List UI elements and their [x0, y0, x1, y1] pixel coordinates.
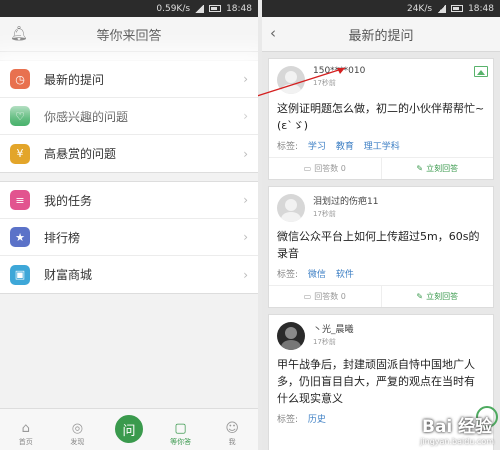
answer-now-label: 立刻回答	[426, 292, 459, 301]
post-time: 17秒前	[313, 210, 336, 218]
tab-discover[interactable]: ◎ 发现	[55, 421, 99, 447]
tag-list: 标签: 微信 软件	[269, 264, 493, 285]
tab-home[interactable]: ⌂ 首页	[4, 421, 48, 447]
tags-label: 标签:	[277, 142, 299, 152]
menu-item-label: 你感兴趣的问题	[44, 109, 129, 124]
menu-item-interested-questions[interactable]: ♡ 你感兴趣的问题 ›	[0, 98, 258, 135]
comment-icon: ▭	[303, 292, 312, 301]
tab-label: 首页	[18, 438, 33, 446]
answer-count-text: 回答数 0	[314, 292, 346, 301]
menu-group-questions: ◷ 最新的提问 › ♡ 你感兴趣的问题 › ¥ 高悬赏的问题 ›	[0, 60, 258, 173]
page-title: 等你来回答	[96, 28, 162, 44]
card-footer: ▭ 回答数 0 ✎ 立刻回答	[269, 285, 493, 307]
menu-item-label: 我的任务	[44, 193, 93, 208]
watermark-url: jingyan.baidu.com	[420, 437, 494, 446]
menu-item-high-reward[interactable]: ¥ 高悬赏的问题 ›	[0, 135, 258, 172]
coin-icon: ¥	[10, 143, 30, 164]
question-card[interactable]: 泪划过的伤疤11 17秒前 微信公众平台上如何上传超过5m，60s的录音 标签:…	[268, 186, 494, 308]
menu-item-latest-questions[interactable]: ◷ 最新的提问 ›	[0, 61, 258, 98]
bottom-tab-bar: ⌂ 首页 ◎ 发现 问 ▢ 等你答 ☺ 我	[0, 408, 258, 450]
chevron-right-icon: ›	[243, 72, 248, 86]
tab-me[interactable]: ☺ 我	[210, 421, 254, 447]
watermark: Bai 经验 jingyan.baidu.com	[420, 412, 494, 446]
header: 🔔︎ 等你来回答	[0, 17, 258, 52]
clock-icon: ◷	[10, 69, 30, 89]
battery-icon	[209, 5, 222, 12]
menu-item-wealth-mall[interactable]: ▣ 财富商城 ›	[0, 256, 258, 293]
bell-icon[interactable]: 🔔︎	[10, 26, 28, 42]
page-title: 最新的提问	[348, 28, 414, 44]
signal-icon	[437, 4, 447, 13]
ask-button[interactable]: 问	[112, 413, 145, 445]
tab-waiting-answer[interactable]: ▢ 等你答	[159, 421, 203, 447]
answer-count: ▭ 回答数 0	[269, 286, 381, 307]
answer-now-button[interactable]: ✎ 立刻回答	[380, 286, 494, 307]
answer-now-button[interactable]: ✎ 立刻回答	[380, 158, 494, 179]
home-icon: ⌂	[21, 421, 30, 436]
menu-item-label: 高悬赏的问题	[44, 147, 117, 161]
heart-icon: ♡	[10, 106, 30, 126]
question-text[interactable]: 微信公众平台上如何上传超过5m，60s的录音	[269, 222, 493, 264]
menu-item-label: 排行榜	[44, 230, 81, 245]
tags-label: 标签:	[277, 270, 299, 280]
back-chevron-icon[interactable]: ‹	[270, 24, 276, 42]
answer-count-text: 回答数 0	[314, 164, 346, 173]
menu-item-label: 财富商城	[44, 268, 93, 282]
net-speed: 24K/s	[406, 3, 433, 14]
chevron-right-icon: ›	[243, 146, 248, 161]
tag[interactable]: 理工学科	[364, 142, 400, 152]
chevron-right-icon: ›	[243, 109, 248, 123]
tag[interactable]: 学习	[308, 142, 326, 152]
comment-icon: ▭	[303, 164, 312, 173]
tag-list: 标签: 学习 教育 理工学科	[269, 136, 493, 157]
compass-icon: ◎	[71, 421, 84, 436]
net-speed: 0.59K/s	[156, 3, 191, 14]
answer-now-label: 立刻回答	[426, 164, 459, 173]
question-text[interactable]: 这例证明题怎么做，初二的小伙伴帮帮忙~(ε`ゞ)	[269, 94, 493, 136]
user-icon: ☺	[225, 421, 239, 436]
menu-item-label: 最新的提问	[44, 72, 105, 87]
tab-label: 我	[228, 438, 236, 446]
tags-label: 标签:	[277, 415, 299, 425]
post-time: 17秒前	[313, 338, 336, 346]
battery-icon	[451, 5, 464, 12]
chevron-right-icon: ›	[243, 230, 248, 244]
task-icon: ≡	[10, 190, 30, 210]
status-bar: 0.59K/s 18:48	[0, 0, 258, 17]
avatar[interactable]	[277, 194, 305, 222]
answer-icon: ▢	[174, 421, 187, 436]
tag[interactable]: 软件	[336, 270, 354, 280]
clock-time: 18:48	[226, 3, 252, 14]
chevron-right-icon: ›	[243, 267, 248, 282]
header: ‹ 最新的提问	[262, 17, 500, 52]
signal-icon	[195, 4, 205, 13]
left-screen: 0.59K/s 18:48 🔔︎ 等你来回答 ◷ 最新的提问 › ♡ 你感兴趣的…	[0, 0, 258, 450]
tag[interactable]: 教育	[336, 142, 354, 152]
answer-count: ▭ 回答数 0	[269, 158, 381, 179]
user-name[interactable]: 泪划过的伤疤11	[313, 194, 378, 207]
status-bar: 24K/s 18:48	[262, 0, 500, 17]
tab-label: 等你答	[170, 438, 192, 446]
edit-icon: ✎	[416, 164, 424, 173]
avatar[interactable]	[277, 322, 305, 350]
image-icon	[474, 66, 488, 77]
user-name[interactable]: 丶光_晨曦	[313, 322, 354, 335]
tag[interactable]: 微信	[308, 270, 326, 280]
chevron-right-icon: ›	[243, 193, 248, 207]
card-footer: ▭ 回答数 0 ✎ 立刻回答	[269, 157, 493, 179]
tab-ask[interactable]: 问	[107, 413, 151, 447]
question-text[interactable]: 甲午战争后，封建顽固派自恃中国地广人多，仍旧盲目自大，严复的观点在当时有什么现实…	[269, 350, 493, 409]
tab-label: 发现	[70, 438, 85, 446]
edit-icon: ✎	[416, 292, 424, 301]
gift-icon: ▣	[10, 264, 30, 285]
baidu-jingyan-logo: Bai 经验	[421, 417, 493, 437]
menu-item-leaderboard[interactable]: ★ 排行榜 ›	[0, 219, 258, 256]
menu-group-personal: ≡ 我的任务 › ★ 排行榜 › ▣ 财富商城 ›	[0, 181, 258, 294]
clock-time: 18:48	[468, 3, 494, 14]
tag[interactable]: 历史	[308, 415, 326, 425]
menu-item-my-tasks[interactable]: ≡ 我的任务 ›	[0, 182, 258, 219]
trophy-icon: ★	[10, 227, 30, 247]
red-arrow-annotation	[256, 67, 346, 97]
